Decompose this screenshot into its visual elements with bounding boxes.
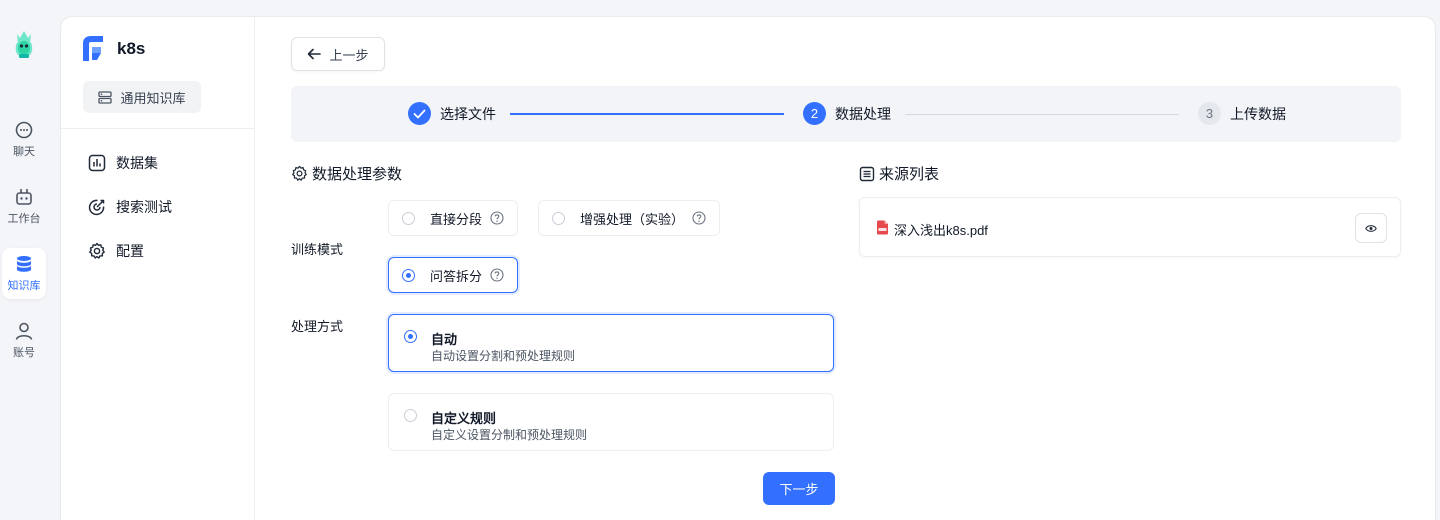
bar-chart-icon [88, 154, 106, 172]
arrow-left-icon [308, 48, 322, 60]
radio-selected [402, 268, 415, 282]
processing-option-custom[interactable]: 自定义规则 自定义设置分制和预处理规则 [388, 393, 834, 451]
training-mode-label: 训练模式 [291, 242, 344, 257]
help-icon[interactable] [692, 211, 706, 225]
step-number: 2 [803, 102, 826, 125]
processing-option-title: 自定义规则 [431, 411, 497, 426]
nav-item-label: 数据集 [116, 155, 158, 171]
mode-option-label: 直接分段 [430, 211, 483, 227]
source-file-item: 深入浅出k8s.pdf [859, 197, 1401, 257]
rail-item-knowledge-base[interactable]: 知识库 [2, 248, 46, 299]
params-title: 数据处理参数 [291, 163, 402, 184]
sources-title: 来源列表 [859, 163, 939, 184]
rail-item-label: 工作台 [7, 213, 41, 225]
robot-icon [16, 189, 32, 205]
sources-title-text: 来源列表 [879, 166, 940, 183]
document-list-icon [859, 166, 875, 181]
back-label: 上一步 [329, 47, 369, 63]
step-check-icon [408, 102, 431, 125]
kb-logo-icon [83, 36, 103, 61]
step-number: 3 [1198, 102, 1221, 125]
user-icon [15, 322, 33, 340]
radio [552, 211, 565, 225]
kb-nav: 数据集 搜索测试 配置 [61, 141, 254, 273]
mode-option-label: 问答拆分 [430, 268, 483, 284]
nav-item-config[interactable]: 配置 [61, 229, 254, 273]
stepper: 选择文件 2 数据处理 3 上传数据 [291, 86, 1401, 142]
nav-item-label: 搜索测试 [116, 199, 172, 215]
pdf-icon [877, 220, 888, 235]
next-button[interactable]: 下一步 [763, 472, 835, 505]
kb-type-badge: 通用知识库 [83, 81, 201, 113]
processing-option-desc: 自动设置分割和预处理规则 [431, 349, 576, 363]
back-button[interactable]: 上一步 [291, 37, 385, 71]
rail-item-account[interactable]: 账号 [2, 315, 46, 366]
radio [404, 409, 417, 422]
app-rail: 聊天 工作台 知识库 账号 [0, 0, 48, 520]
gear-icon [89, 242, 105, 259]
kb-sidebar: k8s 通用知识库 数据集 搜索测试 配置 [61, 17, 255, 520]
kb-type-label: 通用知识库 [120, 90, 186, 106]
processing-option-auto[interactable]: 自动 自动设置分割和预处理规则 [388, 314, 834, 372]
mode-option-label: 增强处理（实验） [580, 211, 685, 227]
kb-header: k8s [61, 17, 254, 65]
server-icon [98, 90, 113, 104]
step-label: 选择文件 [440, 105, 496, 122]
app-logo-icon [15, 31, 33, 58]
step-label: 数据处理 [835, 105, 891, 122]
step-select-file: 选择文件 [408, 102, 496, 125]
sidebar-divider [61, 128, 254, 129]
rail-item-label: 账号 [13, 347, 35, 359]
processing-option-desc: 自定义设置分制和预处理规则 [431, 428, 588, 442]
processing-option-title: 自动 [431, 332, 458, 347]
radio [402, 211, 415, 225]
content-area: 上一步 选择文件 2 数据处理 3 上传数据 数据处理参数 训练模式 直接分段 … [255, 17, 1435, 520]
mode-option-qa-split[interactable]: 问答拆分 [388, 257, 518, 293]
step-upload-data: 3 上传数据 [1198, 102, 1286, 125]
radio-selected [404, 330, 417, 343]
step-connector-done [510, 113, 784, 115]
processing-label: 处理方式 [291, 319, 344, 334]
params-title-text: 数据处理参数 [312, 166, 403, 183]
rail-item-label: 聊天 [13, 146, 35, 158]
step-connector-todo [905, 114, 1179, 115]
main-card: k8s 通用知识库 数据集 搜索测试 配置 上一步 选择文件 2 数据处理 3 … [60, 16, 1436, 520]
kb-name: k8s [117, 39, 146, 58]
eye-icon [1365, 224, 1377, 232]
rail-item-workbench[interactable]: 工作台 [2, 181, 46, 232]
help-icon[interactable] [490, 268, 504, 282]
settings-icon [292, 165, 307, 181]
step-data-processing: 2 数据处理 [803, 102, 891, 125]
mode-option-enhanced[interactable]: 增强处理（实验） [538, 200, 720, 236]
step-label: 上传数据 [1230, 105, 1286, 122]
target-icon [88, 199, 105, 216]
source-file-name: 深入浅出k8s.pdf [894, 223, 988, 238]
nav-item-search-test[interactable]: 搜索测试 [61, 185, 254, 229]
nav-item-datasets[interactable]: 数据集 [61, 141, 254, 185]
chat-icon [15, 121, 33, 139]
help-icon[interactable] [490, 211, 504, 225]
rail-item-label: 知识库 [7, 280, 41, 292]
preview-button[interactable] [1355, 213, 1387, 243]
nav-item-label: 配置 [116, 243, 144, 259]
database-icon [17, 256, 31, 272]
rail-item-chat[interactable]: 聊天 [2, 114, 46, 165]
mode-option-direct[interactable]: 直接分段 [388, 200, 518, 236]
